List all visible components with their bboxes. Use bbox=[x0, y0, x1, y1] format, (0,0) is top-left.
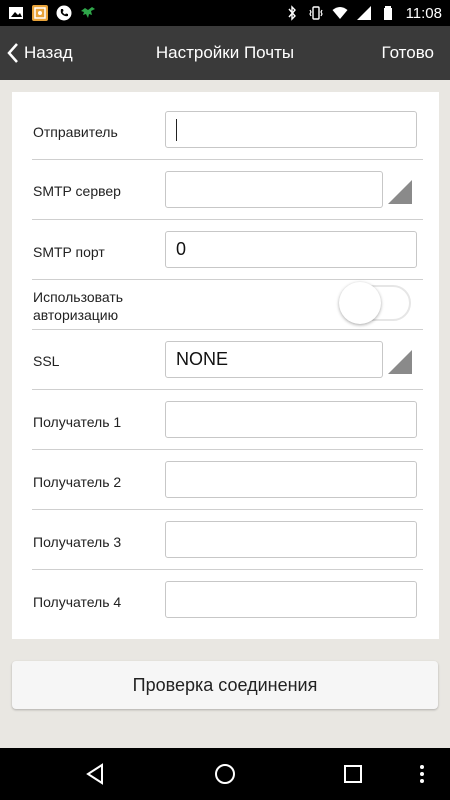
smtp-server-label: SMTP сервер bbox=[33, 183, 121, 199]
recipient-4-label: Получатель 4 bbox=[33, 594, 122, 610]
use-auth-toggle[interactable] bbox=[339, 282, 411, 324]
ssl-dropdown-icon[interactable] bbox=[388, 350, 412, 374]
vibrate-icon bbox=[308, 6, 323, 20]
mail-settings-form: Отправитель SMTP сервер SMTP порт 0 Испо… bbox=[12, 92, 439, 639]
recipient-2-label: Получатель 2 bbox=[33, 474, 122, 490]
recipient-2-input[interactable] bbox=[165, 461, 417, 498]
app-icon bbox=[32, 5, 48, 21]
use-auth-label: Использовать авторизацию bbox=[33, 289, 124, 323]
bluetooth-icon bbox=[288, 5, 296, 21]
status-right-icons: 11:08 bbox=[284, 5, 442, 22]
status-left-icons bbox=[8, 5, 96, 21]
back-button[interactable]: Назад bbox=[6, 26, 73, 80]
divider bbox=[32, 279, 423, 280]
smtp-port-input[interactable]: 0 bbox=[165, 231, 417, 268]
divider bbox=[32, 389, 423, 390]
smtp-port-value: 0 bbox=[176, 239, 187, 259]
ssl-label: SSL bbox=[33, 353, 60, 369]
app-header: Назад Настройки Почты Готово bbox=[0, 26, 450, 80]
wifi-icon bbox=[332, 7, 348, 19]
recents-square-icon[interactable] bbox=[341, 762, 365, 786]
test-connection-button[interactable]: Проверка соединения bbox=[12, 661, 438, 709]
recipient-3-input[interactable] bbox=[165, 521, 417, 558]
divider bbox=[32, 509, 423, 510]
ssl-select[interactable]: NONE bbox=[165, 341, 383, 378]
signal-icon bbox=[356, 6, 371, 20]
sender-label: Отправитель bbox=[33, 124, 118, 140]
sender-input[interactable] bbox=[165, 111, 417, 148]
home-circle-icon[interactable] bbox=[213, 762, 237, 786]
text-caret bbox=[176, 118, 177, 141]
back-triangle-icon[interactable] bbox=[84, 762, 108, 786]
more-vertical-icon[interactable] bbox=[410, 762, 434, 786]
eagle-icon bbox=[81, 7, 95, 18]
smtp-port-label: SMTP порт bbox=[33, 244, 105, 260]
status-bar: 11:08 bbox=[0, 0, 450, 26]
recipient-4-input[interactable] bbox=[165, 581, 417, 618]
image-icon bbox=[9, 7, 23, 19]
ssl-value: NONE bbox=[176, 349, 229, 369]
divider bbox=[32, 159, 423, 160]
battery-icon bbox=[383, 6, 392, 20]
divider bbox=[32, 219, 423, 220]
chevron-left-icon bbox=[7, 43, 18, 63]
recipient-3-label: Получатель 3 bbox=[33, 534, 122, 550]
recipient-1-label: Получатель 1 bbox=[33, 414, 122, 430]
divider bbox=[32, 329, 423, 330]
phone-icon bbox=[56, 5, 72, 21]
smtp-server-input[interactable] bbox=[165, 171, 383, 208]
toggle-knob bbox=[339, 282, 381, 324]
divider bbox=[32, 449, 423, 450]
divider bbox=[32, 569, 423, 570]
status-time: 11:08 bbox=[405, 4, 442, 22]
recipient-1-input[interactable] bbox=[165, 401, 417, 438]
smtp-server-dropdown-icon[interactable] bbox=[388, 180, 412, 204]
done-button[interactable]: Готово bbox=[382, 26, 435, 80]
nav-bar bbox=[0, 748, 450, 800]
back-label: Назад bbox=[24, 43, 73, 62]
